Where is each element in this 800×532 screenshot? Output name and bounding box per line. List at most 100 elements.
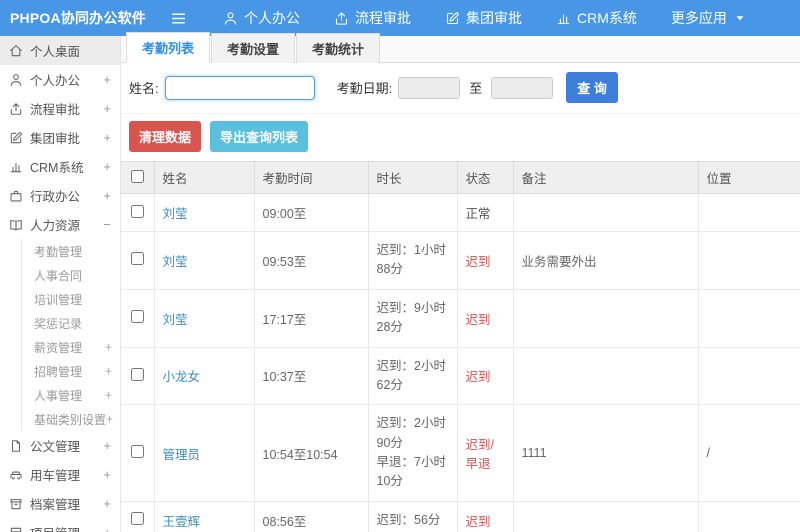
sidebar-item-label: 行政办公 (30, 190, 81, 204)
tab-attendance-statistics[interactable]: 考勤统计 (296, 33, 381, 63)
employee-name-link[interactable]: 刘莹 (163, 313, 188, 327)
duration-cell: 迟到：2小时90分 早退：7小时10分 (368, 404, 458, 502)
status-badge: 迟到/早退 (465, 438, 494, 471)
sidebar-item-crm-system[interactable]: CRM系统 + (0, 152, 120, 181)
employee-name-link[interactable]: 小龙女 (163, 370, 201, 384)
sidebar-subitem-attendance-management[interactable]: 考勤管理 (22, 239, 120, 263)
column-header: 时长 (368, 161, 458, 194)
share-icon (10, 102, 22, 115)
note-cell: 业务需要外出 (513, 231, 699, 290)
select-all-checkbox[interactable] (130, 169, 144, 183)
caret-icon (736, 16, 744, 21)
sidebar-subitem-recruitment-management[interactable]: 招聘管理 + (22, 359, 120, 383)
employee-name-link[interactable]: 刘莹 (163, 207, 188, 221)
employee-name-link[interactable]: 王壹辉 (163, 515, 201, 529)
expand-icon[interactable]: + (103, 130, 111, 145)
position-cell (698, 500, 800, 532)
sidebar-subitem-personnel-contract[interactable]: 人事合同 (22, 263, 120, 287)
row-checkbox[interactable] (130, 310, 144, 324)
employee-name-link[interactable]: 管理员 (163, 448, 201, 462)
expand-icon[interactable]: + (103, 467, 111, 482)
sidebar-item-label: 个人办公 (30, 74, 81, 88)
sidebar-item-vehicle-management[interactable]: 用车管理 + (0, 460, 120, 489)
sidebar-subitem-label: 人事管理 (34, 388, 83, 403)
sidebar-subitem-salary-management[interactable]: 薪资管理 + (22, 335, 120, 359)
sidebar-submenu-human-resources: 考勤管理 人事合同 培训管理 奖惩记录 薪资管理 + 招聘管理 + 人事管理 + 基础类别设置 + (21, 239, 120, 431)
doc-icon (11, 439, 21, 452)
name-input[interactable] (164, 75, 315, 100)
duration-cell: 迟到：1小时88分 (368, 231, 458, 290)
briefcase-icon (10, 190, 22, 201)
date-from-input[interactable] (398, 76, 461, 99)
status-cell: 迟到/早退 (457, 404, 514, 502)
sidebar-item-label: 档案管理 (30, 498, 81, 512)
sidebar-item-personal-desktop[interactable]: 个人桌面 (0, 36, 120, 65)
sidebar-item-project-management[interactable]: 项目管理 + (0, 518, 120, 532)
tab-attendance-settings[interactable]: 考勤设置 (211, 33, 296, 63)
duration-line: 迟到：56分 (376, 512, 441, 527)
export-list-button[interactable]: 导出查询列表 (210, 121, 309, 152)
expand-icon[interactable]: + (103, 188, 111, 203)
table-row: 刘莹 09:00至 正常 (121, 193, 800, 232)
menu-toggle-icon[interactable] (170, 10, 187, 27)
edit-icon (10, 131, 22, 143)
sidebar: 个人桌面 个人办公 + 流程审批 + 集团审批 + CRM系统 + 行政办公 + 人力资源 − 考勤管理人… (0, 36, 121, 532)
query-button[interactable]: 查 询 (566, 72, 618, 103)
nav-item-group-approval[interactable]: 集团审批 (445, 8, 522, 28)
position-cell (698, 193, 800, 232)
sidebar-item-workflow-approval[interactable]: 流程审批 + (0, 94, 120, 123)
expand-icon[interactable]: + (103, 525, 111, 532)
name-cell: 王壹辉 (154, 500, 255, 532)
row-checkbox[interactable] (130, 252, 144, 266)
row-checkbox[interactable] (130, 512, 144, 526)
position-cell (698, 288, 800, 348)
sidebar-item-human-resources[interactable]: 人力资源 − (0, 210, 120, 239)
expand-icon[interactable]: + (105, 388, 112, 402)
expand-icon[interactable]: + (103, 496, 111, 511)
sidebar-item-personal-office[interactable]: 个人办公 + (0, 65, 120, 94)
table-row: 管理员 10:54至10:54 迟到：2小时90分 早退：7小时10分 迟到/早退 111… (121, 404, 800, 502)
expand-icon[interactable]: + (103, 101, 111, 116)
tab-attendance-list[interactable]: 考勤列表 (126, 32, 211, 63)
clear-data-button[interactable]: 清理数据 (129, 121, 202, 152)
sidebar-item-document-management[interactable]: 公文管理 + (0, 431, 120, 460)
expand-icon[interactable]: + (105, 340, 112, 354)
nav-item-more-apps[interactable]: 更多应用 (671, 8, 747, 28)
checkbox-cell (121, 231, 155, 290)
user-icon (224, 11, 237, 25)
sidebar-subitem-personnel-management[interactable]: 人事管理 + (22, 383, 120, 407)
nav-item-crm-system[interactable]: CRM系统 (556, 8, 637, 28)
date-to-input[interactable] (491, 76, 554, 99)
column-header: 位置 (698, 161, 800, 194)
app-logo[interactable]: PHPOA协同办公软件 (0, 8, 146, 28)
collapse-icon[interactable]: − (103, 217, 111, 232)
name-cell: 小龙女 (154, 346, 255, 406)
nav-item-label: 集团审批 (466, 10, 522, 26)
expand-icon[interactable]: + (103, 438, 111, 453)
sidebar-subitem-reward-punishment-records[interactable]: 奖惩记录 (22, 311, 120, 335)
table-row: 刘莹 09:53至 迟到：1小时88分 迟到 业务需要外出 (121, 231, 800, 290)
book-icon (10, 219, 22, 230)
sidebar-subitem-training-management[interactable]: 培训管理 (22, 287, 120, 311)
sidebar-item-admin-office[interactable]: 行政办公 + (0, 181, 120, 210)
expand-icon[interactable]: + (103, 72, 111, 87)
sidebar-item-archive-management[interactable]: 档案管理 + (0, 489, 120, 518)
column-header: 备注 (513, 161, 699, 194)
expand-icon[interactable]: + (105, 364, 112, 378)
expand-icon[interactable]: + (106, 412, 113, 426)
nav-item-personal-office[interactable]: 个人办公 (223, 8, 300, 28)
sidebar-item-group-approval[interactable]: 集团审批 + (0, 123, 120, 152)
share-icon (335, 11, 348, 25)
employee-name-link[interactable]: 刘莹 (163, 255, 188, 269)
sidebar-subitem-basic-category-settings[interactable]: 基础类别设置 + (22, 407, 120, 431)
row-checkbox[interactable] (130, 204, 144, 218)
position-cell (698, 231, 800, 290)
nav-item-workflow-approval[interactable]: 流程审批 (334, 8, 411, 28)
duration-line: 迟到：2小时90分 (376, 416, 446, 450)
attendance-time-cell: 17:17至 (254, 288, 369, 348)
attendance-time-cell: 10:37至 (254, 346, 369, 406)
note-cell: 1111 (513, 404, 699, 502)
expand-icon[interactable]: + (103, 159, 111, 174)
row-checkbox[interactable] (130, 445, 144, 458)
row-checkbox[interactable] (130, 367, 144, 381)
